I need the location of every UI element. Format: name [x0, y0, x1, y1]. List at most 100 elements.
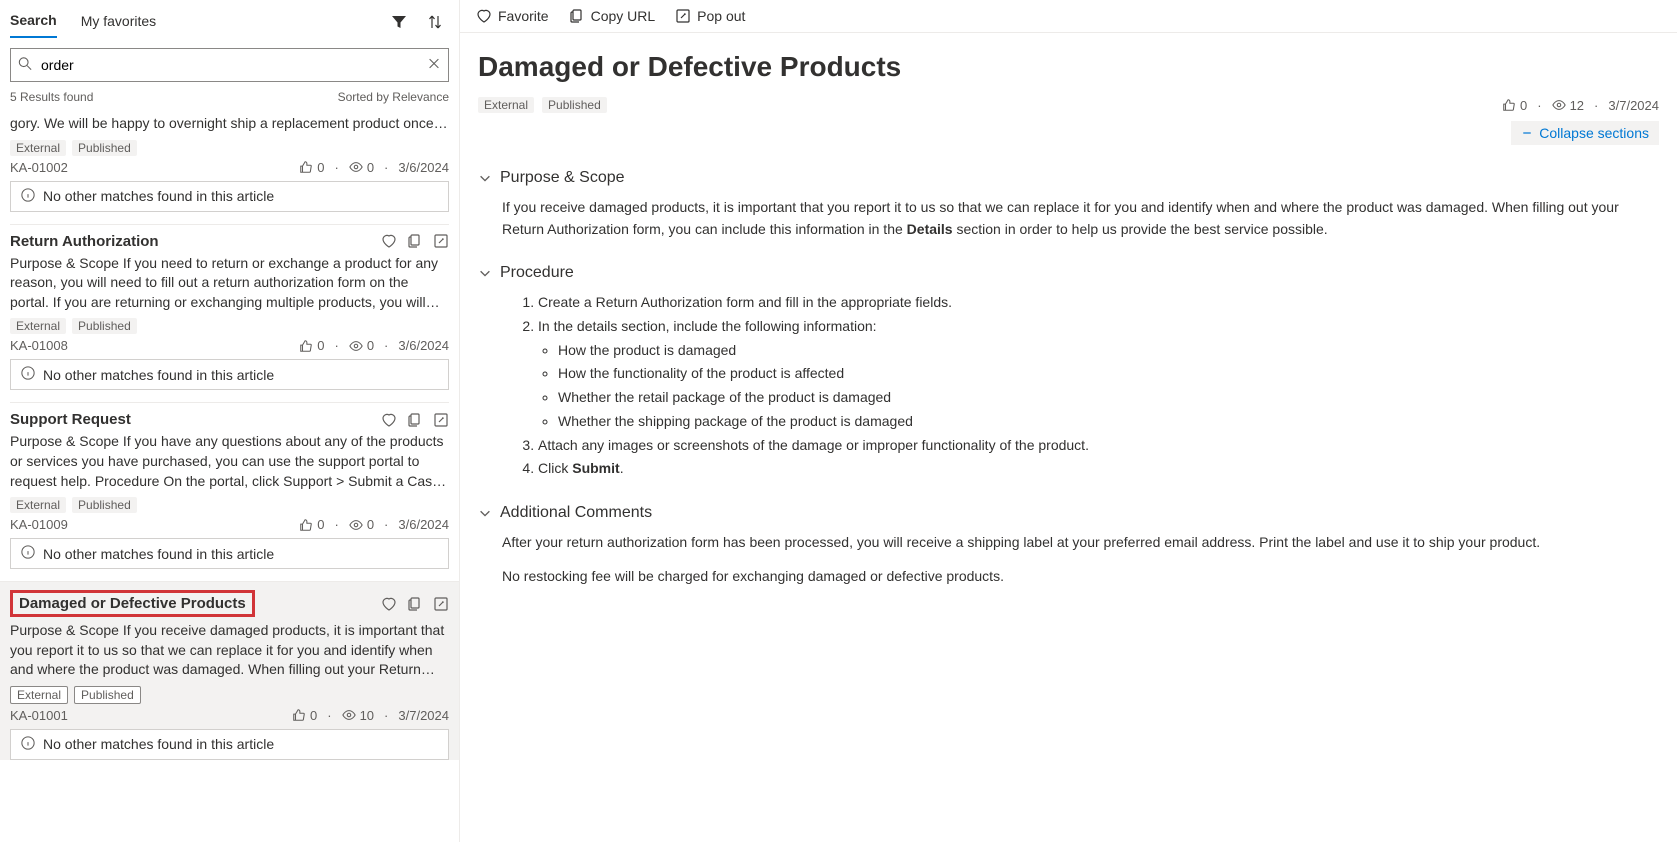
sort-icon[interactable] — [425, 12, 445, 32]
section-title: Procedure — [500, 264, 574, 282]
likes-count: 0 — [317, 338, 324, 353]
section-toggle-purpose[interactable]: Purpose & Scope — [478, 169, 1659, 187]
result-card[interactable]: gory. We will be happy to overnight ship… — [10, 106, 449, 212]
chevron-down-icon — [478, 171, 492, 185]
result-excerpt: gory. We will be happy to overnight ship… — [10, 114, 449, 134]
result-card[interactable]: Return Authorization Purpose & Scope If … — [10, 224, 449, 391]
section-toggle-procedure[interactable]: Procedure — [478, 264, 1659, 282]
result-title: Support Request — [10, 411, 131, 428]
section-title: Purpose & Scope — [500, 169, 625, 187]
list-item: Whether the shipping package of the prod… — [558, 411, 1659, 433]
result-id: KA-01001 — [10, 708, 68, 723]
favorite-button[interactable]: Favorite — [476, 8, 549, 24]
badge-published: Published — [72, 140, 137, 156]
clear-icon[interactable] — [427, 57, 441, 74]
result-title: Return Authorization — [10, 233, 159, 250]
info-icon — [21, 545, 35, 562]
likes-count: 0 — [310, 708, 317, 723]
section-paragraph: After your return authorization form has… — [502, 532, 1659, 554]
tab-favorites[interactable]: My favorites — [81, 7, 156, 37]
copy-url-icon[interactable] — [407, 412, 423, 428]
left-header: Search My favorites 5 Results foun — [0, 0, 459, 106]
list-text: Click — [538, 460, 572, 476]
views-icon — [349, 339, 363, 353]
no-match-text: No other matches found in this article — [43, 736, 274, 752]
result-date: 3/6/2024 — [398, 517, 449, 532]
likes-count: 0 — [317, 160, 324, 175]
badge-published: Published — [72, 318, 137, 334]
sorted-by: Sorted by Relevance — [338, 90, 449, 104]
copy-url-icon[interactable] — [407, 596, 423, 612]
info-icon — [21, 188, 35, 205]
result-excerpt: Purpose & Scope If you need to return or… — [10, 254, 449, 313]
favorite-label: Favorite — [498, 8, 549, 24]
copy-url-label: Copy URL — [591, 8, 656, 24]
pop-out-icon[interactable] — [433, 233, 449, 249]
result-date: 3/6/2024 — [398, 160, 449, 175]
section-text: section in order to help us provide the … — [953, 221, 1328, 237]
info-icon — [21, 366, 35, 383]
info-icon — [21, 736, 35, 753]
like-icon — [1502, 98, 1516, 112]
result-excerpt: Purpose & Scope If you have any question… — [10, 432, 449, 491]
article-date: 3/7/2024 — [1608, 98, 1659, 113]
copy-url-button[interactable]: Copy URL — [569, 8, 656, 24]
no-match-notice: No other matches found in this article — [10, 359, 449, 390]
badge-external: External — [10, 497, 66, 513]
badge-external: External — [10, 318, 66, 334]
results-meta: 5 Results found Sorted by Relevance — [10, 86, 449, 106]
article-panel: Favorite Copy URL Pop out Damaged or Def… — [460, 0, 1677, 842]
search-icon — [18, 57, 32, 74]
section-paragraph: No restocking fee will be charged for ex… — [502, 566, 1659, 588]
list-item: Attach any images or screenshots of the … — [538, 435, 1659, 457]
list-item: How the product is damaged — [558, 340, 1659, 362]
collapse-sections-button[interactable]: Collapse sections — [1511, 121, 1659, 145]
result-id: KA-01002 — [10, 160, 68, 175]
article-likes: 0 — [1520, 98, 1527, 113]
results-count: 5 Results found — [10, 90, 93, 104]
favorite-icon[interactable] — [381, 596, 397, 612]
likes-count: 0 — [317, 517, 324, 532]
views-count: 0 — [367, 338, 374, 353]
article-main: Damaged or Defective Products External P… — [460, 33, 1677, 639]
like-icon — [292, 708, 306, 722]
badge-published: Published — [74, 686, 141, 704]
list-item: Click Submit. — [538, 458, 1659, 480]
result-excerpt: Purpose & Scope If you receive damaged p… — [10, 621, 449, 680]
result-card-selected[interactable]: Damaged or Defective Products Purpose & … — [0, 581, 459, 760]
list-item: In the details section, include the foll… — [538, 316, 1659, 338]
result-date: 3/6/2024 — [398, 338, 449, 353]
collapse-label: Collapse sections — [1539, 125, 1649, 141]
filter-icon[interactable] — [389, 12, 409, 32]
pop-out-icon[interactable] — [433, 596, 449, 612]
article-title: Damaged or Defective Products — [478, 51, 1659, 83]
like-icon — [299, 518, 313, 532]
copy-url-icon[interactable] — [407, 233, 423, 249]
pop-out-label: Pop out — [697, 8, 745, 24]
favorite-icon[interactable] — [381, 412, 397, 428]
search-input[interactable] — [10, 48, 449, 82]
result-card[interactable]: Support Request Purpose & Scope If you h… — [10, 402, 449, 569]
pop-out-icon — [675, 8, 691, 24]
results-list[interactable]: gory. We will be happy to overnight ship… — [0, 106, 459, 842]
badge-published: Published — [72, 497, 137, 513]
list-text: . — [620, 460, 624, 476]
search-panel: Search My favorites 5 Results foun — [0, 0, 460, 842]
favorite-icon[interactable] — [381, 233, 397, 249]
views-count: 10 — [360, 708, 374, 723]
list-item: How the functionality of the product is … — [558, 363, 1659, 385]
no-match-text: No other matches found in this article — [43, 367, 274, 383]
search-row — [10, 48, 449, 82]
pop-out-icon[interactable] — [433, 412, 449, 428]
section-procedure-body: Create a Return Authorization form and f… — [478, 292, 1659, 480]
views-icon — [1552, 98, 1566, 112]
views-icon — [349, 160, 363, 174]
result-id: KA-01009 — [10, 517, 68, 532]
result-id: KA-01008 — [10, 338, 68, 353]
section-title: Additional Comments — [500, 504, 652, 522]
section-toggle-additional[interactable]: Additional Comments — [478, 504, 1659, 522]
tab-search[interactable]: Search — [10, 6, 57, 38]
chevron-down-icon — [478, 266, 492, 280]
badge-published: Published — [542, 97, 607, 113]
pop-out-button[interactable]: Pop out — [675, 8, 745, 24]
